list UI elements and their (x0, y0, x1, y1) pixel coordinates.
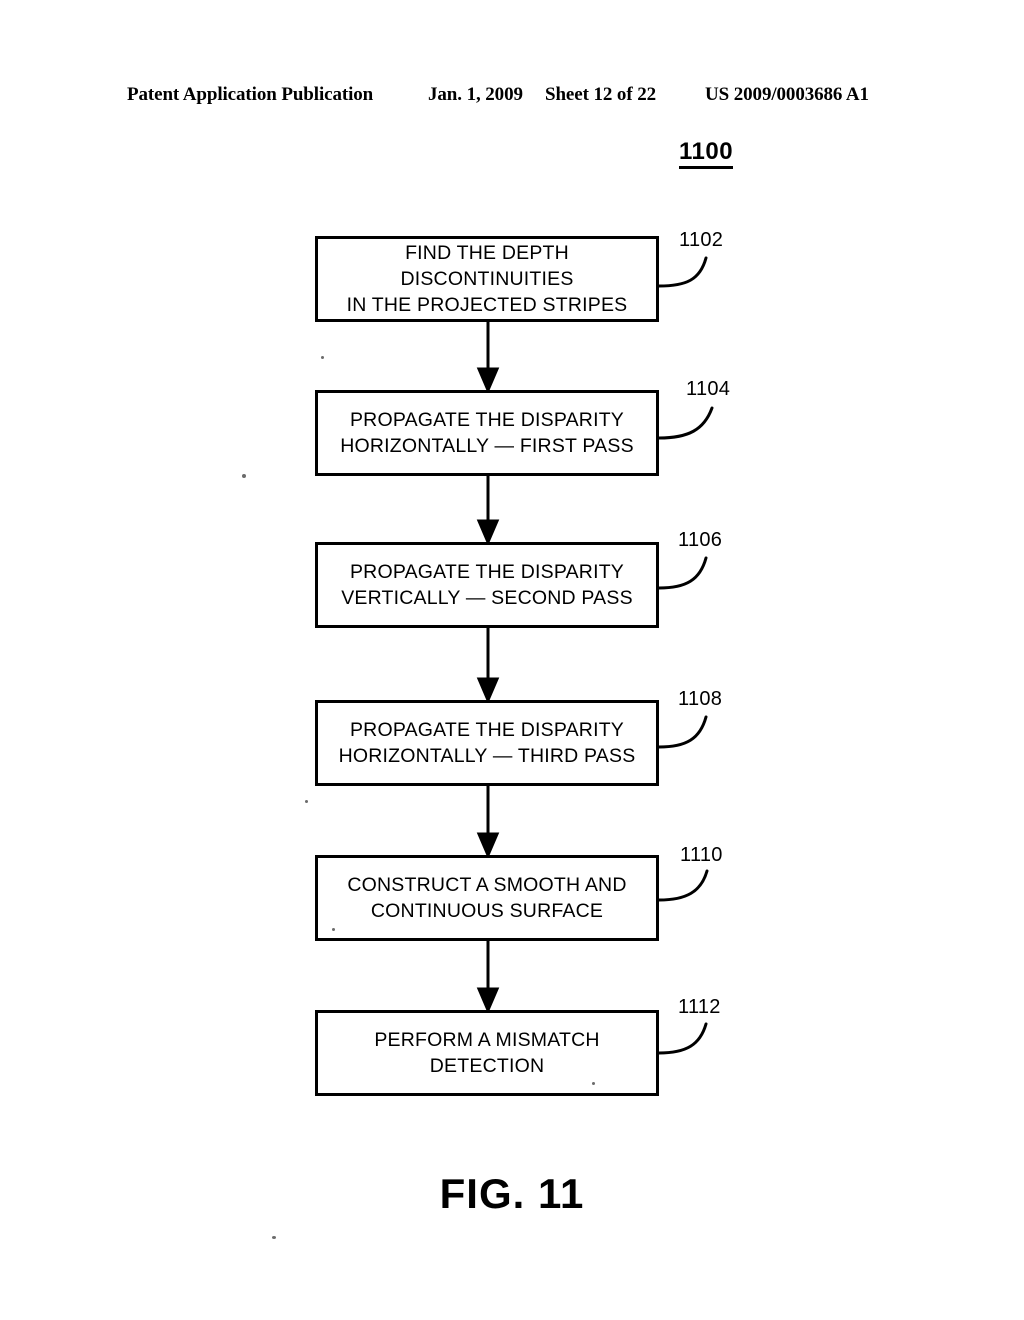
process-box-propagate-vertical-second-pass[interactable]: PROPAGATE THE DISPARITY VERTICALLY — SEC… (315, 542, 659, 628)
leader-line-1108 (657, 715, 708, 749)
process-box-propagate-horizontal-first-pass[interactable]: PROPAGATE THE DISPARITY HORIZONTALLY — F… (315, 390, 659, 476)
process-box-propagate-horizontal-third-pass[interactable]: PROPAGATE THE DISPARITY HORIZONTALLY — T… (315, 700, 659, 786)
leader-line-1112 (657, 1022, 708, 1055)
process-box-label: PROPAGATE THE DISPARITY VERTICALLY — SEC… (341, 561, 633, 609)
patent-number: US 2009/0003686 A1 (705, 84, 869, 105)
leader-line-1110 (657, 869, 709, 902)
publication-date: Jan. 1, 2009 (428, 84, 523, 105)
leader-line-1104 (657, 406, 714, 440)
publication-header: Patent Application Publication Jan. 1, 2… (0, 84, 1024, 110)
scan-speck (332, 928, 335, 931)
scan-speck (242, 474, 246, 478)
process-box-label: PERFORM A MISMATCH DETECTION (374, 1029, 600, 1077)
reference-numeral-1112: 1112 (678, 996, 721, 1018)
process-box-label: PROPAGATE THE DISPARITY HORIZONTALLY — T… (338, 719, 636, 767)
scan-speck (592, 1082, 595, 1085)
scan-speck (305, 800, 308, 803)
arrow-head-3 (476, 677, 500, 704)
leader-line-1106 (657, 556, 708, 590)
scan-speck (321, 356, 324, 359)
reference-numeral-1110: 1110 (680, 844, 723, 866)
arrow-head-2 (476, 519, 500, 546)
process-box-label: PROPAGATE THE DISPARITY HORIZONTALLY — F… (340, 409, 634, 457)
flowchart-connectors (476, 256, 714, 1055)
publication-title: Patent Application Publication (127, 84, 374, 105)
process-box-perform-mismatch-detection[interactable]: PERFORM A MISMATCH DETECTION (315, 1010, 659, 1096)
arrow-head-4 (476, 832, 500, 859)
figure-caption: FIG. 11 (439, 1170, 585, 1217)
sheet-number: Sheet 12 of 22 (545, 84, 657, 105)
leader-line-1102 (657, 256, 708, 288)
process-box-construct-smooth-surface[interactable]: CONSTRUCT A SMOOTH AND CONTINUOUS SURFAC… (315, 855, 659, 941)
reference-numeral-1102: 1102 (679, 229, 724, 251)
process-box-label: CONSTRUCT A SMOOTH AND CONTINUOUS SURFAC… (347, 874, 627, 922)
reference-numeral-1106: 1106 (678, 529, 723, 551)
arrow-head-5 (476, 987, 500, 1014)
process-box-find-depth-discontinuities[interactable]: FIND THE DEPTH DISCONTINUITIES IN THE PR… (315, 236, 659, 322)
figure-reference-number: 1100 (679, 138, 734, 169)
process-box-label: FIND THE DEPTH DISCONTINUITIES IN THE PR… (346, 242, 628, 316)
arrow-head-1 (476, 367, 500, 394)
scan-speck (272, 1236, 276, 1239)
reference-numeral-1104: 1104 (686, 378, 731, 400)
reference-numeral-1108: 1108 (678, 688, 723, 710)
